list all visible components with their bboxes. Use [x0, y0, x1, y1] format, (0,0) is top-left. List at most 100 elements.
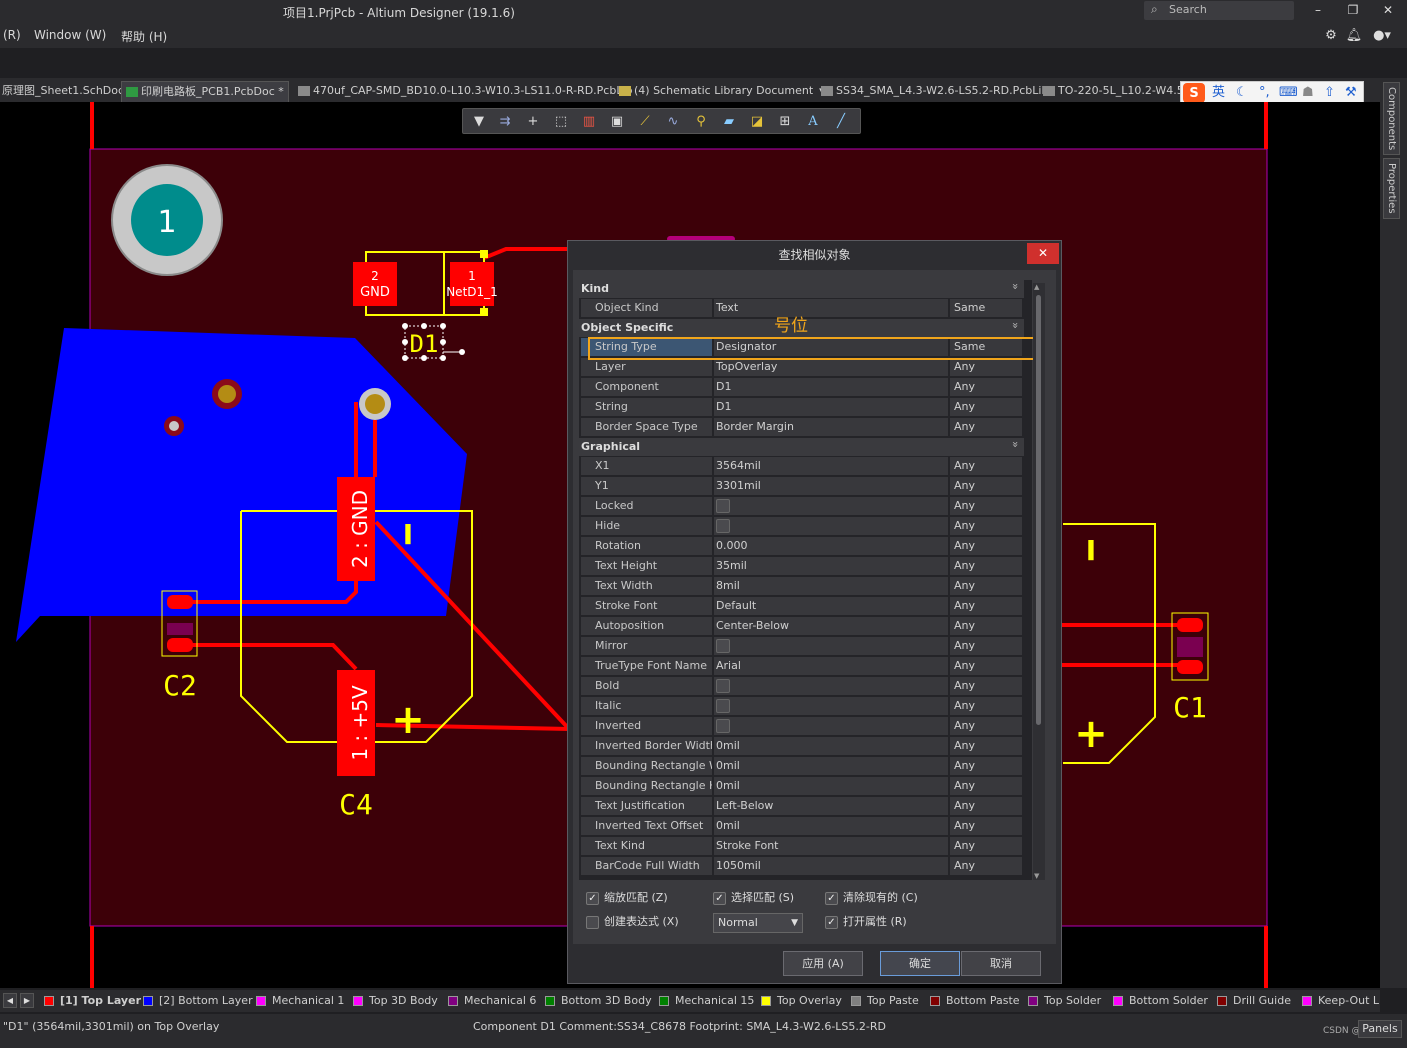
minimize-button[interactable]: –: [1306, 2, 1330, 18]
layer-tab[interactable]: Mechanical 1: [256, 994, 344, 1008]
layer-tab[interactable]: Bottom Paste: [930, 994, 1020, 1008]
match-select[interactable]: Any: [950, 757, 1022, 775]
cancel-button[interactable]: 取消: [961, 951, 1041, 976]
bell-icon[interactable]: 🔔︎: [1345, 27, 1363, 45]
dialog-close-button[interactable]: ✕: [1027, 243, 1059, 264]
match-select[interactable]: Any: [950, 617, 1022, 635]
interactive-route-icon[interactable]: ⟋: [637, 114, 653, 130]
property-row[interactable]: Mirror Any: [579, 637, 1024, 655]
match-select[interactable]: Any: [950, 557, 1022, 575]
layer-tab[interactable]: [1] Top Layer: [44, 994, 141, 1008]
tab-pcblib-ss34[interactable]: SS34_SMA_L4.3-W2.6-LS5.2-RD.PcbLib: [819, 81, 1048, 102]
match-select[interactable]: Any: [950, 398, 1022, 416]
property-value[interactable]: 0mil: [714, 737, 948, 755]
property-value[interactable]: Text: [714, 299, 948, 317]
moon-icon[interactable]: ☾: [1236, 82, 1248, 104]
components-panel-tab[interactable]: Components: [1383, 82, 1400, 156]
property-row[interactable]: Y1 3301mil Any: [579, 477, 1024, 495]
property-value[interactable]: [714, 517, 948, 535]
layer-tab[interactable]: Keep-Out L: [1302, 994, 1380, 1008]
property-row[interactable]: Bounding Rectangle W 0mil Any: [579, 757, 1024, 775]
category-header[interactable]: Kind »: [579, 280, 1024, 298]
gear-icon[interactable]: ⚙: [1322, 27, 1340, 45]
match-select[interactable]: Any: [950, 697, 1022, 715]
collapse-icon[interactable]: »: [1009, 322, 1022, 329]
property-value[interactable]: 0mil: [714, 817, 948, 835]
route-icon[interactable]: ⇉: [497, 114, 513, 130]
collapse-icon[interactable]: »: [1009, 283, 1022, 290]
property-row[interactable]: Locked Any: [579, 497, 1024, 515]
property-row[interactable]: Text Height 35mil Any: [579, 557, 1024, 575]
layer-tab[interactable]: Bottom 3D Body: [545, 994, 652, 1008]
property-grid-scrollbar[interactable]: ▲ ▼: [1033, 283, 1045, 880]
property-row[interactable]: Autoposition Center-Below Any: [579, 617, 1024, 635]
layer-tab[interactable]: [2] Bottom Layer: [143, 994, 253, 1008]
user-account-icon[interactable]: ●▾: [1370, 27, 1394, 45]
menu-item-r[interactable]: (R): [3, 28, 21, 42]
property-row[interactable]: Text Width 8mil Any: [579, 577, 1024, 595]
match-select[interactable]: Any: [950, 497, 1022, 515]
zoom-match-checkbox[interactable]: ✓ 缩放匹配 (Z): [586, 891, 668, 907]
tab-pcb1[interactable]: 印刷电路板_PCB1.PcbDoc *: [121, 81, 289, 102]
property-row[interactable]: String D1 Any: [579, 398, 1024, 416]
keyboard-icon[interactable]: ⌨: [1279, 82, 1298, 104]
shirt-icon[interactable]: ⇧: [1324, 82, 1335, 104]
property-row[interactable]: Inverted Any: [579, 717, 1024, 735]
match-mode-select[interactable]: Normal ▼: [713, 913, 803, 933]
property-row[interactable]: BarCode Full Width 1050mil Any: [579, 857, 1024, 875]
match-select[interactable]: Any: [950, 537, 1022, 555]
property-checkbox[interactable]: [716, 719, 730, 733]
ok-button[interactable]: 确定: [880, 951, 960, 976]
layer-tab[interactable]: Bottom Solder: [1113, 994, 1208, 1008]
match-select[interactable]: Any: [950, 817, 1022, 835]
match-select[interactable]: Any: [950, 637, 1022, 655]
chart-icon[interactable]: ▥: [581, 114, 597, 130]
property-value[interactable]: [714, 497, 948, 515]
match-select[interactable]: Any: [950, 857, 1022, 875]
match-select[interactable]: Any: [950, 717, 1022, 735]
property-value[interactable]: Arial: [714, 657, 948, 675]
add-icon[interactable]: +: [525, 114, 541, 130]
match-select[interactable]: Any: [950, 418, 1022, 436]
property-value[interactable]: 1050mil: [714, 857, 948, 875]
open-properties-checkbox[interactable]: ✓ 打开属性 (R): [825, 915, 907, 931]
property-value[interactable]: Border Margin: [714, 418, 948, 436]
properties-panel-tab[interactable]: Properties: [1383, 158, 1400, 219]
property-value[interactable]: [714, 717, 948, 735]
property-value[interactable]: [714, 637, 948, 655]
scrollbar-thumb[interactable]: [1036, 295, 1041, 725]
property-checkbox[interactable]: [716, 639, 730, 653]
property-row[interactable]: Bounding Rectangle H 0mil Any: [579, 777, 1024, 795]
user-icon[interactable]: ☗: [1302, 82, 1314, 104]
property-row[interactable]: Text Justification Left-Below Any: [579, 797, 1024, 815]
property-value[interactable]: TopOverlay: [714, 358, 948, 376]
match-select[interactable]: Any: [950, 657, 1022, 675]
match-select[interactable]: Any: [950, 737, 1022, 755]
property-value[interactable]: 0.000: [714, 537, 948, 555]
tab-pcblib-470uf[interactable]: 470uf_CAP-SMD_BD10.0-L10.3-W10.3-LS11.0-…: [296, 81, 633, 102]
create-expression-checkbox[interactable]: 创建表达式 (X): [586, 915, 679, 931]
match-select[interactable]: Any: [950, 378, 1022, 396]
select-match-checkbox[interactable]: ✓ 选择匹配 (S): [713, 891, 794, 907]
clear-existing-checkbox[interactable]: ✓ 清除现有的 (C): [825, 891, 918, 907]
tab-schlib[interactable]: (4) Schematic Library Document▾: [617, 81, 825, 102]
pad-icon[interactable]: ⚲: [693, 114, 709, 130]
match-select[interactable]: Any: [950, 477, 1022, 495]
property-row[interactable]: Inverted Text Offset 0mil Any: [579, 817, 1024, 835]
property-row[interactable]: Layer TopOverlay Any: [579, 358, 1024, 376]
sogou-logo[interactable]: S: [1183, 83, 1205, 103]
scroll-down-icon[interactable]: ▼: [1034, 872, 1039, 880]
line-icon[interactable]: ╱: [833, 114, 849, 130]
close-window-button[interactable]: ✕: [1376, 2, 1400, 18]
panels-button[interactable]: Panels: [1358, 1020, 1402, 1038]
match-select[interactable]: Any: [950, 517, 1022, 535]
property-value[interactable]: 3564mil: [714, 457, 948, 475]
layer-tab[interactable]: Top Overlay: [761, 994, 842, 1008]
match-select[interactable]: Any: [950, 597, 1022, 615]
punctuation-icon[interactable]: °,: [1259, 82, 1270, 104]
category-header[interactable]: Graphical »: [579, 438, 1024, 456]
layer-tab[interactable]: Mechanical 6: [448, 994, 536, 1008]
dimension-icon[interactable]: ⊞: [777, 114, 793, 130]
property-value[interactable]: [714, 677, 948, 695]
property-row[interactable]: Rotation 0.000 Any: [579, 537, 1024, 555]
